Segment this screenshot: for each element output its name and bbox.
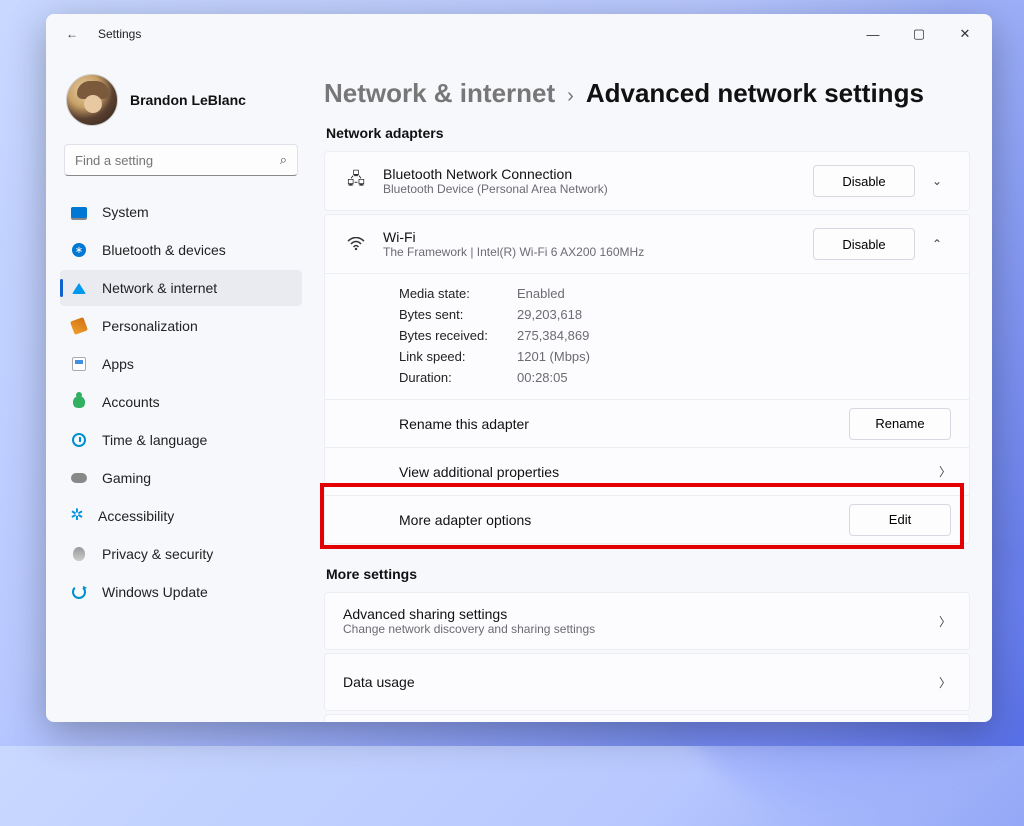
window-title: Settings	[98, 27, 141, 41]
detail-value: 00:28:05	[517, 370, 951, 385]
view-properties-label: View additional properties	[399, 464, 559, 480]
detail-value: 29,203,618	[517, 307, 951, 322]
detail-key: Duration:	[399, 370, 517, 385]
rename-adapter-row: Rename this adapter Rename	[325, 399, 969, 447]
nav-personalization[interactable]: Personalization	[60, 308, 302, 344]
adapter-subtitle: The Framework | Intel(R) Wi-Fi 6 AX200 1…	[383, 245, 813, 259]
search-box[interactable]: ⌕	[64, 144, 298, 176]
network-icon	[70, 279, 88, 297]
avatar	[66, 74, 118, 126]
row-title: Advanced sharing settings	[343, 606, 939, 622]
update-icon	[70, 583, 88, 601]
detail-key: Media state:	[399, 286, 517, 301]
detail-key: Bytes received:	[399, 328, 517, 343]
detail-value: 1201 (Mbps)	[517, 349, 951, 364]
wifi-details: Media state: Enabled Bytes sent: 29,203,…	[325, 273, 969, 399]
nav-bluetooth[interactable]: ∗ Bluetooth & devices	[60, 232, 302, 268]
breadcrumb: Network & internet › Advanced network se…	[324, 78, 970, 109]
adapter-wifi-header[interactable]: Wi-Fi The Framework | Intel(R) Wi-Fi 6 A…	[325, 215, 969, 273]
profile-name: Brandon LeBlanc	[130, 92, 246, 108]
nav-label: Personalization	[102, 318, 198, 334]
breadcrumb-current: Advanced network settings	[586, 78, 924, 109]
back-button[interactable]: ←	[64, 27, 80, 41]
maximize-button[interactable]: ▢	[896, 18, 942, 50]
chevron-right-icon: 〉	[939, 674, 951, 691]
search-icon: ⌕	[280, 152, 287, 168]
nav: System ∗ Bluetooth & devices Network & i…	[60, 194, 302, 610]
nav-network[interactable]: Network & internet	[60, 270, 302, 306]
row-title: Data usage	[343, 674, 415, 690]
minimize-button[interactable]: —	[850, 18, 896, 50]
detail-value: Enabled	[517, 286, 951, 301]
rename-button[interactable]: Rename	[849, 408, 951, 440]
bluetooth-icon: ∗	[70, 241, 88, 259]
apps-icon	[70, 355, 88, 373]
chevron-right-icon: 〉	[939, 613, 951, 630]
chevron-right-icon: ›	[567, 85, 574, 108]
chevron-right-icon: 〉	[939, 463, 951, 480]
nav-label: System	[102, 204, 149, 220]
close-button[interactable]: ✕	[942, 18, 988, 50]
detail-key: Link speed:	[399, 349, 517, 364]
nav-label: Time & language	[102, 432, 207, 448]
nav-label: Windows Update	[102, 584, 208, 600]
nav-accessibility[interactable]: ✲ Accessibility	[60, 498, 302, 534]
nav-apps[interactable]: Apps	[60, 346, 302, 382]
sidebar: Brandon LeBlanc ⌕ System ∗ Bluetooth & d…	[46, 54, 308, 722]
accessibility-icon: ✲	[70, 509, 84, 523]
data-usage-row[interactable]: Data usage 〉	[324, 653, 970, 711]
privacy-icon	[70, 545, 88, 563]
time-icon	[70, 431, 88, 449]
profile[interactable]: Brandon LeBlanc	[60, 64, 302, 144]
accounts-icon	[70, 393, 88, 411]
nav-label: Bluetooth & devices	[102, 242, 226, 258]
disable-button[interactable]: Disable	[813, 165, 915, 197]
view-properties-row[interactable]: View additional properties 〉	[325, 447, 969, 495]
chevron-up-icon[interactable]: ⌃	[923, 237, 951, 251]
rename-label: Rename this adapter	[399, 416, 529, 432]
section-more-settings: More settings	[326, 566, 970, 582]
detail-key: Bytes sent:	[399, 307, 517, 322]
nav-label: Privacy & security	[102, 546, 213, 562]
adapter-subtitle: Bluetooth Device (Personal Area Network)	[383, 182, 813, 196]
nav-label: Network & internet	[102, 280, 217, 296]
nav-label: Gaming	[102, 470, 151, 486]
nav-privacy[interactable]: Privacy & security	[60, 536, 302, 572]
adapter-wifi-card: Wi-Fi The Framework | Intel(R) Wi-Fi 6 A…	[324, 214, 970, 544]
nav-gaming[interactable]: Gaming	[60, 460, 302, 496]
system-icon	[70, 203, 88, 221]
content: Network & internet › Advanced network se…	[308, 54, 992, 722]
nav-system[interactable]: System	[60, 194, 302, 230]
nav-time[interactable]: Time & language	[60, 422, 302, 458]
detail-value: 275,384,869	[517, 328, 951, 343]
wifi-icon	[343, 237, 369, 251]
nav-label: Accounts	[102, 394, 160, 410]
nav-accounts[interactable]: Accounts	[60, 384, 302, 420]
nav-update[interactable]: Windows Update	[60, 574, 302, 610]
search-input[interactable]	[75, 153, 280, 168]
more-options-label: More adapter options	[399, 512, 531, 528]
personalization-icon	[70, 317, 88, 335]
edit-button[interactable]: Edit	[849, 504, 951, 536]
nav-label: Apps	[102, 356, 134, 372]
hardware-properties-row[interactable]: Hardware and connection properties 〉	[324, 714, 970, 722]
titlebar: ← Settings — ▢ ✕	[46, 14, 992, 54]
advanced-sharing-row[interactable]: Advanced sharing settings Change network…	[324, 592, 970, 650]
disable-button[interactable]: Disable	[813, 228, 915, 260]
ethernet-icon: 🖧	[343, 168, 369, 195]
chevron-down-icon[interactable]: ⌄	[923, 174, 951, 188]
more-adapter-options-row: More adapter options Edit	[325, 495, 969, 543]
settings-window: ← Settings — ▢ ✕ Brandon LeBlanc ⌕ Syste…	[46, 14, 992, 722]
adapter-bluetooth-card[interactable]: 🖧 Bluetooth Network Connection Bluetooth…	[324, 151, 970, 211]
row-subtitle: Change network discovery and sharing set…	[343, 622, 939, 636]
nav-label: Accessibility	[98, 508, 174, 524]
adapter-title: Bluetooth Network Connection	[383, 166, 813, 182]
adapter-title: Wi-Fi	[383, 229, 813, 245]
section-network-adapters: Network adapters	[326, 125, 970, 141]
gaming-icon	[70, 469, 88, 487]
breadcrumb-parent[interactable]: Network & internet	[324, 78, 555, 109]
